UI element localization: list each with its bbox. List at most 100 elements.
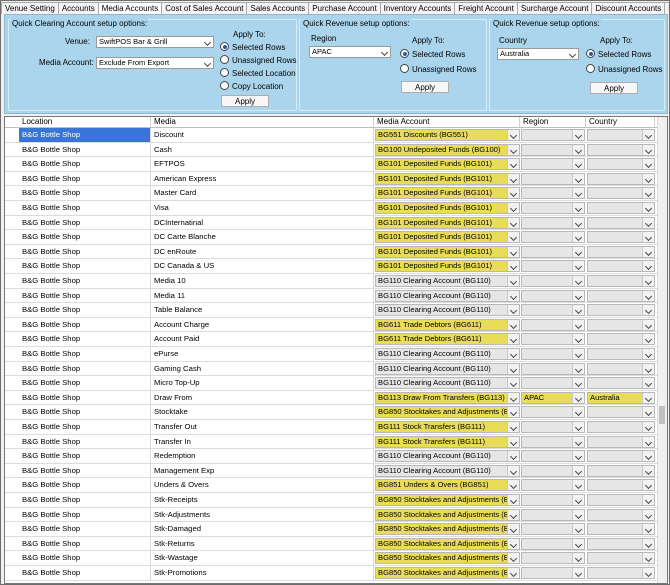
region-cell[interactable] [521,537,585,550]
region-cell[interactable] [521,421,585,433]
cell-location[interactable]: B&G Bottle Shop [19,244,151,259]
cell-location[interactable]: B&G Bottle Shop [19,420,151,434]
country-cell[interactable] [587,231,655,244]
country-cell[interactable] [587,406,655,419]
tab-item[interactable]: Sales Accounts [246,2,310,14]
region-cell[interactable] [521,304,585,317]
cell-location[interactable]: B&G Bottle Shop [19,215,151,230]
country-cell[interactable] [587,537,655,550]
cell-media[interactable]: Stk-Adjustments [151,507,374,522]
column-header-country[interactable]: Country [586,117,655,127]
region-cell[interactable] [521,158,585,171]
table-row[interactable]: B&G Bottle Shop Stk-Adjustments BG850 Stoc… [5,507,657,523]
cell-media[interactable]: Redemption [151,449,374,463]
cell-media[interactable]: Stocktake [151,405,374,419]
media-account-cell[interactable]: BG850 Stocktakes and Adjustments (BG850) [375,567,520,579]
region-cell[interactable] [521,289,585,302]
table-row[interactable]: B&G Bottle Shop EFTPOS BG101 Deposited Fun… [5,157,657,172]
region-cell[interactable] [521,333,585,346]
country-select[interactable]: Australia [497,48,579,60]
cell-location[interactable]: B&G Bottle Shop [19,507,151,522]
region-cell[interactable] [521,494,585,506]
cell-location[interactable]: B&G Bottle Shop [19,463,151,478]
apply-button-clearing[interactable]: Apply [221,95,269,107]
region-cell[interactable] [521,275,585,287]
country-cell[interactable] [587,508,655,521]
cell-location[interactable]: B&G Bottle Shop [19,171,151,186]
region-cell[interactable] [521,216,585,229]
cell-media[interactable]: Account Charge [151,317,374,332]
media-account-cell[interactable]: BG611 Trade Debtors (BG611) [375,318,520,331]
cell-media[interactable]: Transfer Out [151,420,374,434]
media-account-cell[interactable]: BG110 Clearing Account (BG110) [375,275,520,287]
country-cell[interactable] [587,289,655,302]
table-row[interactable]: B&G Bottle Shop Stocktake BG850 Stocktakes… [5,405,657,420]
table-row[interactable]: B&G Bottle Shop Table Balance BG110 Cleari… [5,303,657,318]
cell-media[interactable]: Master Card [151,186,374,200]
table-row[interactable]: B&G Bottle Shop DC Canada & US BG101 Depos… [5,259,657,274]
media-account-cell[interactable]: BG850 Stocktakes and Adjustments (BG850) [375,552,520,565]
cell-location[interactable]: B&G Bottle Shop [19,317,151,332]
cell-location[interactable]: B&G Bottle Shop [19,536,151,551]
cell-location[interactable]: B&G Bottle Shop [19,390,151,405]
table-row[interactable]: B&G Bottle Shop Account Charge BG611 Trade… [5,317,657,333]
column-header-media[interactable]: Media [151,117,374,127]
cell-location[interactable]: B&G Bottle Shop [19,303,151,317]
media-account-cell[interactable]: BG101 Deposited Funds (BG101) [375,187,520,200]
country-cell[interactable] [587,129,655,141]
media-account-cell[interactable]: BG101 Deposited Funds (BG101) [375,245,520,258]
table-row[interactable]: B&G Bottle Shop DCInternatinal BG101 Depos… [5,215,657,231]
region-cell[interactable]: APAC [521,391,585,404]
media-account-cell[interactable]: BG850 Stocktakes and Adjustments (BG850) [375,494,520,506]
cell-media[interactable]: Stk-Returns [151,536,374,551]
apply-button-country[interactable]: Apply [590,82,638,94]
cell-location[interactable]: B&G Bottle Shop [19,522,151,536]
radio-selected-rows[interactable]: Selected Rows [400,49,465,60]
cell-media[interactable]: Media 11 [151,288,374,303]
region-cell[interactable] [521,377,585,390]
media-account-cell[interactable]: BG101 Deposited Funds (BG101) [375,172,520,185]
table-row[interactable]: B&G Bottle Shop Unders & Overs BG851 Under… [5,478,657,493]
cell-media[interactable]: Draw From [151,390,374,405]
media-account-cell[interactable]: BG850 Stocktakes and Adjustments (BG850) [375,508,520,521]
cell-media[interactable]: ePurse [151,347,374,361]
country-cell[interactable] [587,523,655,536]
table-row[interactable]: B&G Bottle Shop Stk-Damaged BG850 Stocktak… [5,522,657,537]
cell-media[interactable]: Media 10 [151,274,374,288]
cell-media[interactable]: DC enRoute [151,244,374,259]
region-cell[interactable] [521,202,585,214]
cell-media[interactable]: Micro Top-Up [151,376,374,390]
media-account-cell[interactable]: BG110 Clearing Account (BG110) [375,464,520,477]
country-cell[interactable] [587,450,655,463]
tab-item[interactable]: Accounts [57,2,99,14]
region-cell[interactable] [521,260,585,273]
media-account-cell[interactable]: BG101 Deposited Funds (BG101) [375,216,520,229]
media-account-cell[interactable]: BG111 Stock Transfers (BG111) [375,421,520,433]
table-row[interactable]: B&G Bottle Shop Stk-Wastage BG850 Stocktak… [5,551,657,566]
table-row[interactable]: B&G Bottle Shop Visa BG101 Deposited Funds… [5,201,657,216]
region-cell[interactable] [521,143,585,156]
media-account-cell[interactable]: BG101 Deposited Funds (BG101) [375,202,520,214]
media-account-cell[interactable]: BG111 Stock Transfers (BG111) [375,435,520,448]
region-cell[interactable] [521,172,585,185]
country-cell[interactable] [587,377,655,390]
region-cell[interactable] [521,552,585,565]
column-header-region[interactable]: Region [520,117,586,127]
table-row[interactable]: B&G Bottle Shop Draw From BG113 Draw From … [5,390,657,406]
venue-select[interactable]: SwiftPOS Bar & Grill [96,36,214,48]
table-row[interactable]: B&G Bottle Shop DC Carte Blanche BG101 Dep… [5,230,657,245]
cell-location[interactable]: B&G Bottle Shop [19,230,151,244]
media-account-cell[interactable]: BG551 Discounts (BG551) [375,129,520,141]
radio-unassigned-rows[interactable]: Unassigned Rows [400,64,476,75]
cell-location[interactable]: B&G Bottle Shop [19,376,151,390]
cell-location[interactable]: B&G Bottle Shop [19,434,151,449]
cell-location[interactable]: B&G Bottle Shop [19,201,151,215]
country-cell[interactable] [587,158,655,171]
cell-location[interactable]: B&G Bottle Shop [19,551,151,565]
country-cell[interactable] [587,348,655,360]
region-cell[interactable] [521,406,585,419]
region-cell[interactable] [521,523,585,536]
media-account-cell[interactable]: BG110 Clearing Account (BG110) [375,377,520,390]
cell-media[interactable]: Discount [151,128,374,142]
cell-media[interactable]: DC Carte Blanche [151,230,374,244]
